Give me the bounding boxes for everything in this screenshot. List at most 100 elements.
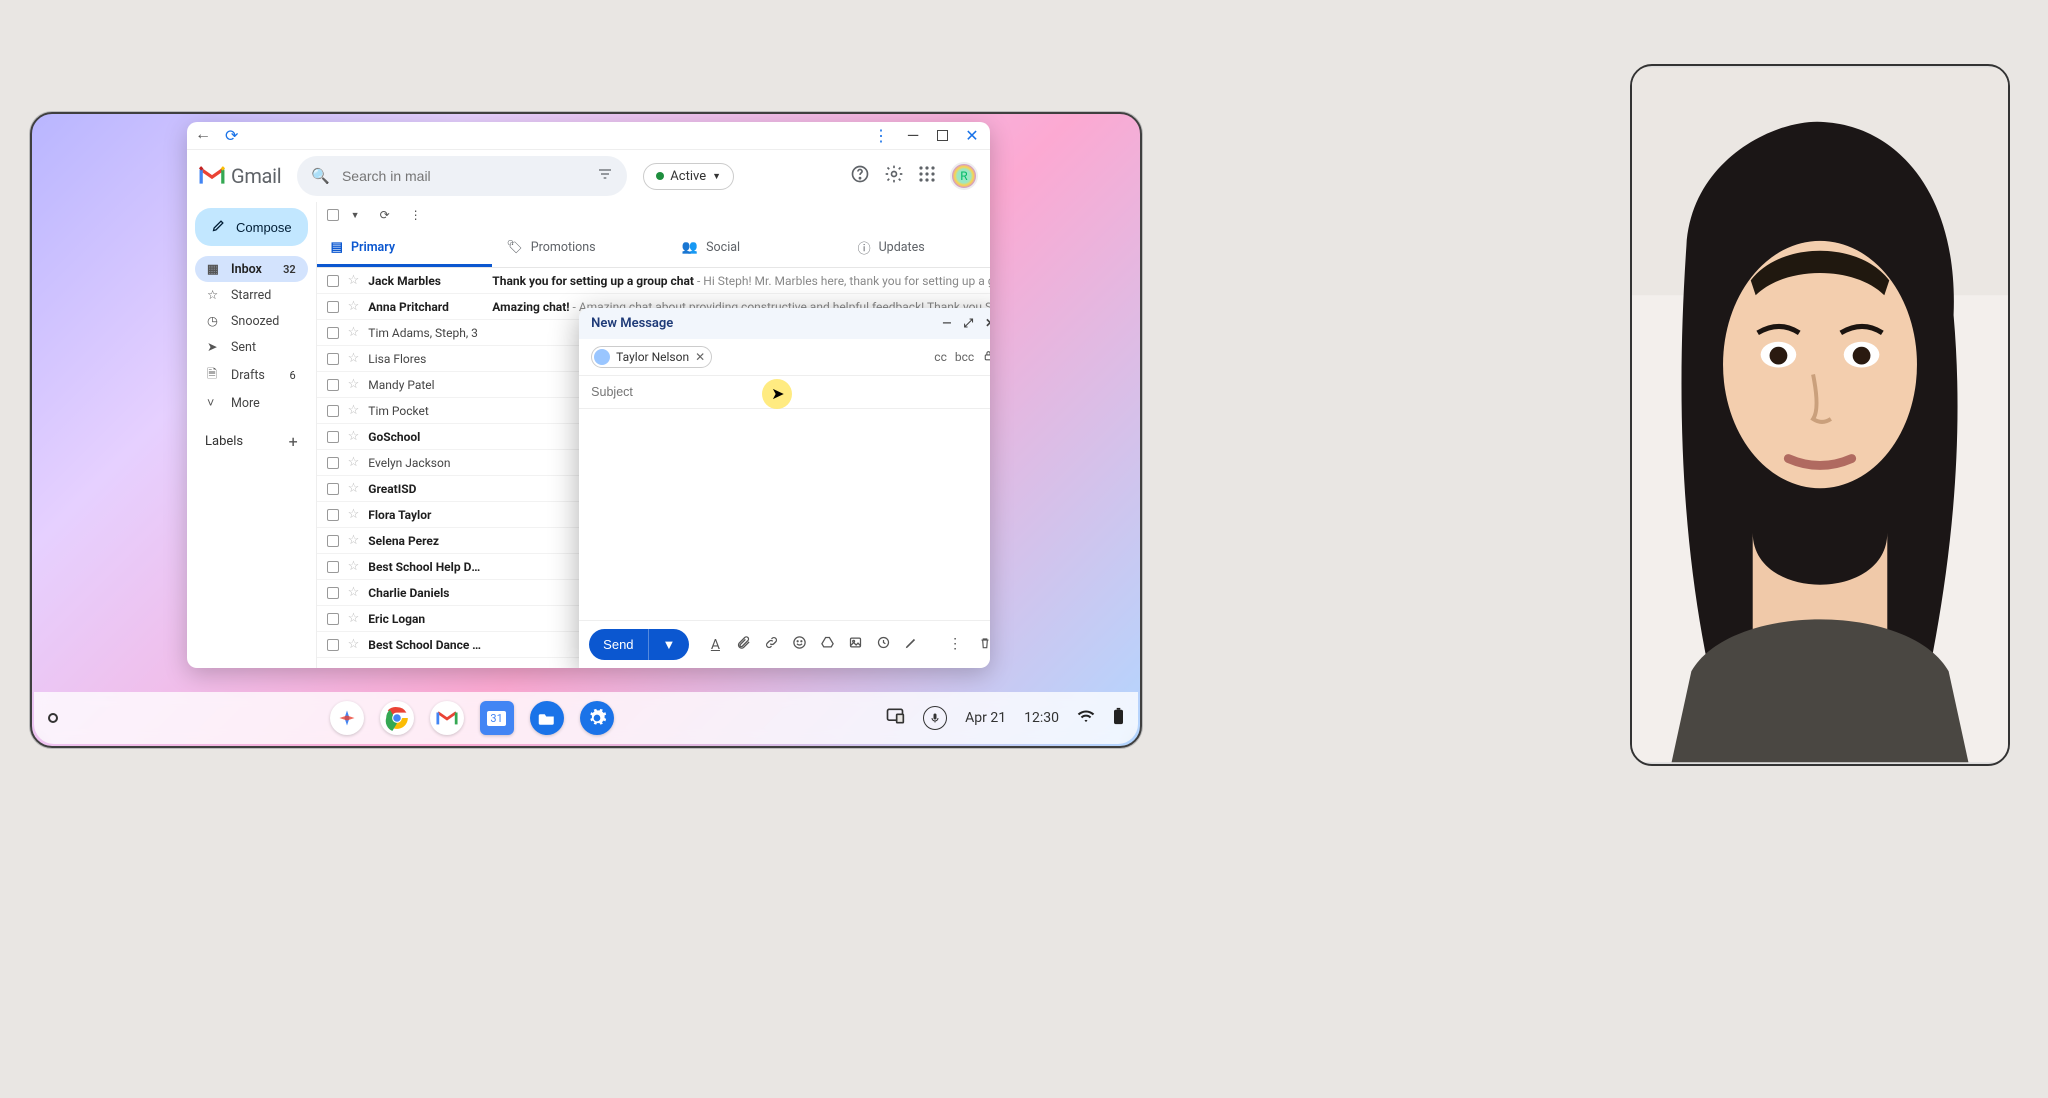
- star-icon[interactable]: ☆: [348, 351, 360, 366]
- row-checkbox[interactable]: [327, 535, 339, 547]
- tab-social[interactable]: 👥Social: [668, 228, 844, 267]
- minimize-icon[interactable]: —: [942, 316, 951, 331]
- star-icon[interactable]: ☆: [348, 637, 360, 652]
- maximize-icon[interactable]: [937, 130, 948, 141]
- row-checkbox[interactable]: [327, 275, 339, 287]
- confidential-icon[interactable]: [871, 635, 895, 654]
- sidebar-item-more[interactable]: ˅ More: [195, 391, 308, 416]
- star-icon[interactable]: ☆: [348, 533, 360, 548]
- star-icon[interactable]: ☆: [348, 403, 360, 418]
- refresh-icon[interactable]: ⟳: [380, 208, 390, 222]
- compose-to-row[interactable]: Taylor Nelson ✕ cc bcc: [579, 339, 990, 376]
- back-icon[interactable]: ←: [195, 126, 211, 146]
- clock-icon: ◷: [207, 313, 221, 329]
- star-icon[interactable]: ☆: [348, 611, 360, 626]
- apps-grid-icon[interactable]: [918, 165, 936, 188]
- emoji-icon[interactable]: [787, 635, 811, 654]
- row-checkbox[interactable]: [327, 509, 339, 521]
- shelf-time[interactable]: 12:30: [1024, 710, 1059, 726]
- files-app-icon[interactable]: [530, 701, 564, 735]
- more-icon[interactable]: ⋮: [410, 208, 422, 222]
- star-icon[interactable]: ☆: [348, 377, 360, 392]
- row-checkbox[interactable]: [327, 561, 339, 573]
- format-icon[interactable]: A: [703, 637, 727, 653]
- image-icon[interactable]: [843, 635, 867, 654]
- plus-icon[interactable]: +: [289, 432, 298, 451]
- send-options-icon[interactable]: ▼: [648, 629, 690, 660]
- calendar-app-icon[interactable]: 31: [480, 701, 514, 735]
- row-checkbox[interactable]: [327, 431, 339, 443]
- chrome-icon[interactable]: [380, 701, 414, 735]
- row-checkbox[interactable]: [327, 483, 339, 495]
- chevron-down-icon[interactable]: ▼: [351, 210, 360, 221]
- assistant-icon[interactable]: [330, 701, 364, 735]
- subject-input[interactable]: [579, 376, 990, 409]
- reload-icon[interactable]: ⟳: [225, 126, 238, 146]
- search-input[interactable]: [342, 168, 585, 184]
- row-checkbox[interactable]: [327, 405, 339, 417]
- help-icon[interactable]: [850, 164, 870, 189]
- sidebar-item-snoozed[interactable]: ◷ Snoozed: [195, 308, 308, 334]
- row-checkbox[interactable]: [327, 613, 339, 625]
- wifi-icon[interactable]: [1077, 709, 1095, 727]
- link-icon[interactable]: [759, 635, 783, 654]
- row-checkbox[interactable]: [327, 301, 339, 313]
- battery-icon[interactable]: [1113, 707, 1124, 729]
- drive-icon[interactable]: [815, 635, 839, 654]
- tab-promotions[interactable]: 🏷Promotions: [492, 228, 668, 267]
- screencast-icon[interactable]: [885, 706, 905, 730]
- bcc-button[interactable]: bcc: [955, 350, 974, 364]
- gear-icon[interactable]: [884, 164, 904, 189]
- pen-icon[interactable]: [899, 636, 923, 654]
- more-vert-icon[interactable]: ⋮: [873, 126, 889, 146]
- discard-icon[interactable]: [973, 636, 990, 654]
- row-checkbox[interactable]: [327, 353, 339, 365]
- settings-app-icon[interactable]: [580, 701, 614, 735]
- sidebar-item-drafts[interactable]: 🗎 Drafts 6: [195, 360, 308, 391]
- search-box[interactable]: 🔍: [297, 156, 627, 196]
- select-all-checkbox[interactable]: [327, 209, 339, 221]
- more-options-icon[interactable]: ⋮: [943, 636, 967, 654]
- tab-primary[interactable]: ▤Primary: [317, 228, 493, 267]
- star-icon[interactable]: ☆: [348, 585, 360, 600]
- star-icon[interactable]: ☆: [348, 325, 360, 340]
- mic-icon[interactable]: [923, 706, 947, 730]
- star-icon[interactable]: ☆: [348, 273, 360, 288]
- star-icon[interactable]: ☆: [348, 481, 360, 496]
- gmail-app-icon[interactable]: [430, 701, 464, 735]
- email-row[interactable]: ☆ Jack Marbles Thank you for setting up …: [317, 268, 990, 294]
- row-checkbox[interactable]: [327, 587, 339, 599]
- minimize-icon[interactable]: —: [903, 126, 923, 145]
- tab-updates[interactable]: ⓘUpdates: [844, 228, 990, 267]
- row-checkbox[interactable]: [327, 639, 339, 651]
- expand-icon[interactable]: ⤢: [964, 316, 974, 331]
- tune-icon[interactable]: [597, 166, 613, 186]
- lock-icon[interactable]: [982, 349, 990, 365]
- compose-header[interactable]: New Message — ⤢ ✕: [579, 308, 990, 339]
- star-icon[interactable]: ☆: [348, 455, 360, 470]
- star-icon[interactable]: ☆: [348, 559, 360, 574]
- row-checkbox[interactable]: [327, 327, 339, 339]
- close-window-icon[interactable]: ✕: [962, 126, 982, 145]
- sidebar-item-starred[interactable]: ☆ Starred: [195, 282, 308, 308]
- launcher-icon[interactable]: [48, 713, 58, 723]
- sidebar-item-sent[interactable]: ➤ Sent: [195, 334, 308, 360]
- row-checkbox[interactable]: [327, 379, 339, 391]
- gmail-logo: Gmail: [199, 164, 281, 188]
- compose-body[interactable]: [579, 409, 990, 620]
- compose-button[interactable]: Compose: [195, 208, 308, 246]
- star-icon[interactable]: ☆: [348, 299, 360, 314]
- sidebar-item-inbox[interactable]: ▦ Inbox 32: [195, 256, 308, 282]
- shelf-date[interactable]: Apr 21: [965, 710, 1006, 726]
- remove-chip-icon[interactable]: ✕: [695, 350, 705, 364]
- row-checkbox[interactable]: [327, 457, 339, 469]
- send-button[interactable]: Send ▼: [589, 629, 689, 660]
- star-icon[interactable]: ☆: [348, 507, 360, 522]
- star-icon[interactable]: ☆: [348, 429, 360, 444]
- account-avatar[interactable]: R: [950, 162, 978, 190]
- close-icon[interactable]: ✕: [985, 316, 990, 331]
- cc-button[interactable]: cc: [934, 350, 947, 364]
- recipient-chip[interactable]: Taylor Nelson ✕: [591, 346, 712, 368]
- attach-icon[interactable]: [731, 635, 755, 654]
- status-chip[interactable]: Active ▼: [643, 163, 734, 190]
